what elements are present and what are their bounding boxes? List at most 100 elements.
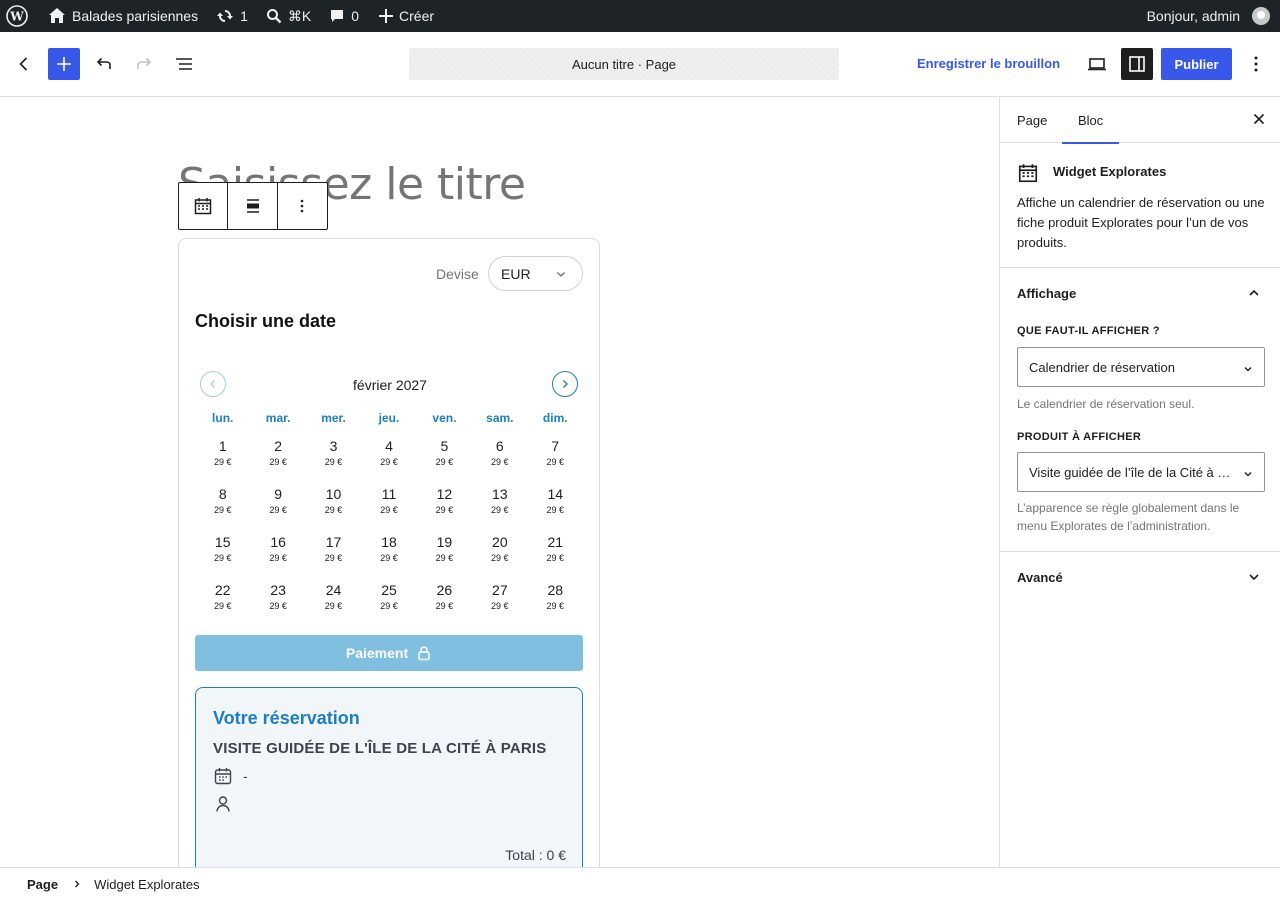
calendar-day[interactable]: 25 29 € [361,581,416,629]
chevron-down-icon [1244,367,1252,372]
calendar-day[interactable]: 13 29 € [472,485,527,533]
calendar-day[interactable]: 17 29 € [306,533,361,581]
calendar-day[interactable]: 27 29 € [472,581,527,629]
breadcrumb-current[interactable]: Widget Explorates [94,877,200,892]
block-options-button[interactable] [278,183,327,229]
calendar-day-price: 29 € [380,457,398,467]
calendar-day-number: 10 [325,486,342,502]
site-name-link[interactable]: Balades parisiennes [36,0,206,32]
calendar-day[interactable]: 18 29 € [361,533,416,581]
home-icon [49,8,65,23]
product-select[interactable]: Visite guidée de l’île de la Cité à Pari… [1017,452,1265,492]
calendar-day-number: 25 [381,582,397,598]
account-menu[interactable]: Bonjour, admin [1139,0,1280,32]
calendar-day[interactable]: 21 29 € [528,533,583,581]
calendar-day-number: 17 [325,534,342,550]
document-overview-button[interactable] [172,52,196,76]
calendar-day-price: 29 € [491,553,509,563]
breadcrumb-root[interactable]: Page [27,877,58,892]
calendar-day[interactable]: 2 29 € [250,437,305,485]
calendar-day[interactable]: 5 29 € [417,437,472,485]
panel-display-toggle[interactable]: Affichage [1000,268,1280,318]
calendar-day[interactable]: 6 29 € [472,437,527,485]
next-month-button[interactable] [552,371,578,397]
calendar-day-price: 29 € [435,457,454,467]
calendar-day[interactable]: 16 29 € [250,533,305,581]
calendar-day[interactable]: 10 29 € [306,485,361,533]
comment-icon [331,10,344,22]
svg-text:W: W [9,10,24,24]
editor-header: Aucun titre · Page Enregistrer le brouil… [0,32,1280,97]
align-button[interactable] [228,183,278,229]
calendar-day[interactable]: 22 29 € [195,581,250,629]
calendar-day[interactable]: 28 29 € [528,581,583,629]
calendar-day-number: 12 [436,486,453,502]
publish-button[interactable]: Publier [1161,48,1232,80]
booking-total: Total : 0 € [505,847,566,863]
what-to-display-label: Que faut-il afficher ? [1017,325,1160,337]
panel-display-title: Affichage [1017,285,1077,301]
settings-toggle-button[interactable] [1121,48,1153,80]
calendar-day[interactable]: 12 29 € [417,485,472,533]
calendar-icon [1018,164,1038,183]
payment-button[interactable]: Paiement [195,635,583,671]
calendar-day-price: 29 € [546,505,564,515]
back-button[interactable] [12,52,36,76]
calendar-day[interactable]: 1 29 € [195,437,250,485]
calendar-day[interactable]: 15 29 € [195,533,250,581]
calendar-day[interactable]: 23 29 € [250,581,305,629]
calendar-day-price: 29 € [213,457,232,467]
calendar-day[interactable]: 19 29 € [417,533,472,581]
payment-label: Paiement [345,645,409,661]
wordpress-logo-icon: W [6,5,28,27]
weekday-label: mer. [321,411,346,425]
editor-canvas: Saisissez le titre Devise EUR Choisir un… [0,97,999,867]
calendar-day[interactable]: 20 29 € [472,533,527,581]
sidebar-tabs: Page Bloc [1000,97,1280,144]
wordpress-logo-button[interactable]: W [0,0,36,32]
command-palette-link[interactable]: ⌘K [256,0,319,32]
tab-block[interactable]: Bloc [1062,97,1120,144]
block-type-button[interactable] [179,183,229,229]
new-content-link[interactable]: Créer [367,0,442,32]
currency-select[interactable]: EUR [488,256,583,291]
more-vertical-icon [301,199,304,213]
calendar-day[interactable]: 7 29 € [528,437,583,485]
calendar-day-price: 29 € [546,457,564,467]
chevron-left-icon [19,57,28,71]
booking-participants-row [213,794,233,814]
calendar-day[interactable]: 14 29 € [528,485,583,533]
calendar-day[interactable]: 24 29 € [306,581,361,629]
calendar-day-number: 6 [495,438,504,454]
calendar-day[interactable]: 8 29 € [195,485,250,533]
tab-page[interactable]: Page [1017,97,1047,143]
calendar-day[interactable]: 26 29 € [417,581,472,629]
calendar-day[interactable]: 3 29 € [306,437,361,485]
comments-link[interactable]: 0 [319,0,367,32]
undo-button[interactable] [92,52,116,76]
align-wide-icon [246,199,259,213]
explorates-widget-block[interactable]: Devise EUR Choisir une date février 2027… [178,238,600,867]
options-button[interactable] [1244,52,1268,76]
greeting: Bonjour, admin [1146,8,1240,24]
calendar-day-price: 29 € [435,601,454,611]
product-label: Produit à afficher [1017,431,1142,443]
calendar-day[interactable]: 11 29 € [361,485,416,533]
block-card-description: Affiche un calendrier de réservation ou … [1017,195,1265,250]
calendar-day-price: 29 € [491,601,509,611]
block-inserter-button[interactable] [48,48,80,80]
chevron-right-icon [563,380,568,388]
booking-summary: Votre réservation VISITE GUIDÉE DE L'ÎLE… [195,687,583,867]
document-bar[interactable]: Aucun titre · Page [409,48,839,80]
calendar-day-number: 13 [492,486,508,502]
save-draft-button[interactable]: Enregistrer le brouillon [917,56,1060,71]
updates-link[interactable]: 1 [206,0,256,32]
close-sidebar-button[interactable] [1251,111,1267,127]
redo-button[interactable] [132,52,156,76]
panel-advanced-toggle[interactable]: Avancé [1000,552,1280,602]
preview-button[interactable] [1085,52,1109,76]
calendar-day[interactable]: 4 29 € [361,437,416,485]
booking-date-value: - [243,768,248,784]
what-to-display-select[interactable]: Calendrier de réservation [1017,347,1265,387]
calendar-day[interactable]: 9 29 € [250,485,305,533]
